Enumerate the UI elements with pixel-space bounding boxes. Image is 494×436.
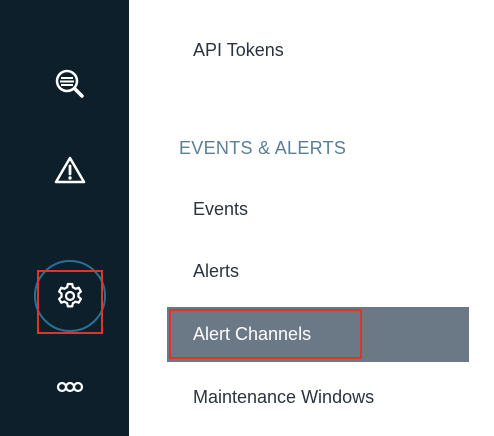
gear-icon [58,282,82,308]
menu-item-label: Alert Channels [193,324,312,344]
rail-integrations-button[interactable] [38,355,102,419]
menu-item-alert-channels[interactable]: Alert Channels [167,307,469,362]
settings-menu: API Tokens EVENTS & ALERTS Events Alerts… [129,0,494,436]
rail-settings-button[interactable] [34,260,106,332]
warning-icon [54,156,86,184]
search-icon [55,69,84,98]
rail-search-button[interactable] [38,52,102,116]
menu-item-maintenance-windows[interactable]: Maintenance Windows [167,371,467,423]
menu-item-events[interactable]: Events [167,183,467,235]
menu-item-label: Maintenance Windows [193,386,375,407]
icon-rail [0,0,129,436]
app-window: API Tokens EVENTS & ALERTS Events Alerts… [0,0,494,436]
infinity-icon [56,381,84,393]
menu-item-api-tokens[interactable]: API Tokens [167,24,467,76]
menu-item-label: Events [193,198,249,219]
menu-item-label: Alerts [193,260,240,281]
menu-item-alerts[interactable]: Alerts [167,245,467,297]
section-header-events-alerts: EVENTS & ALERTS [179,138,347,158]
rail-alerts-button[interactable] [38,138,102,202]
menu-item-label: API Tokens [193,39,284,60]
